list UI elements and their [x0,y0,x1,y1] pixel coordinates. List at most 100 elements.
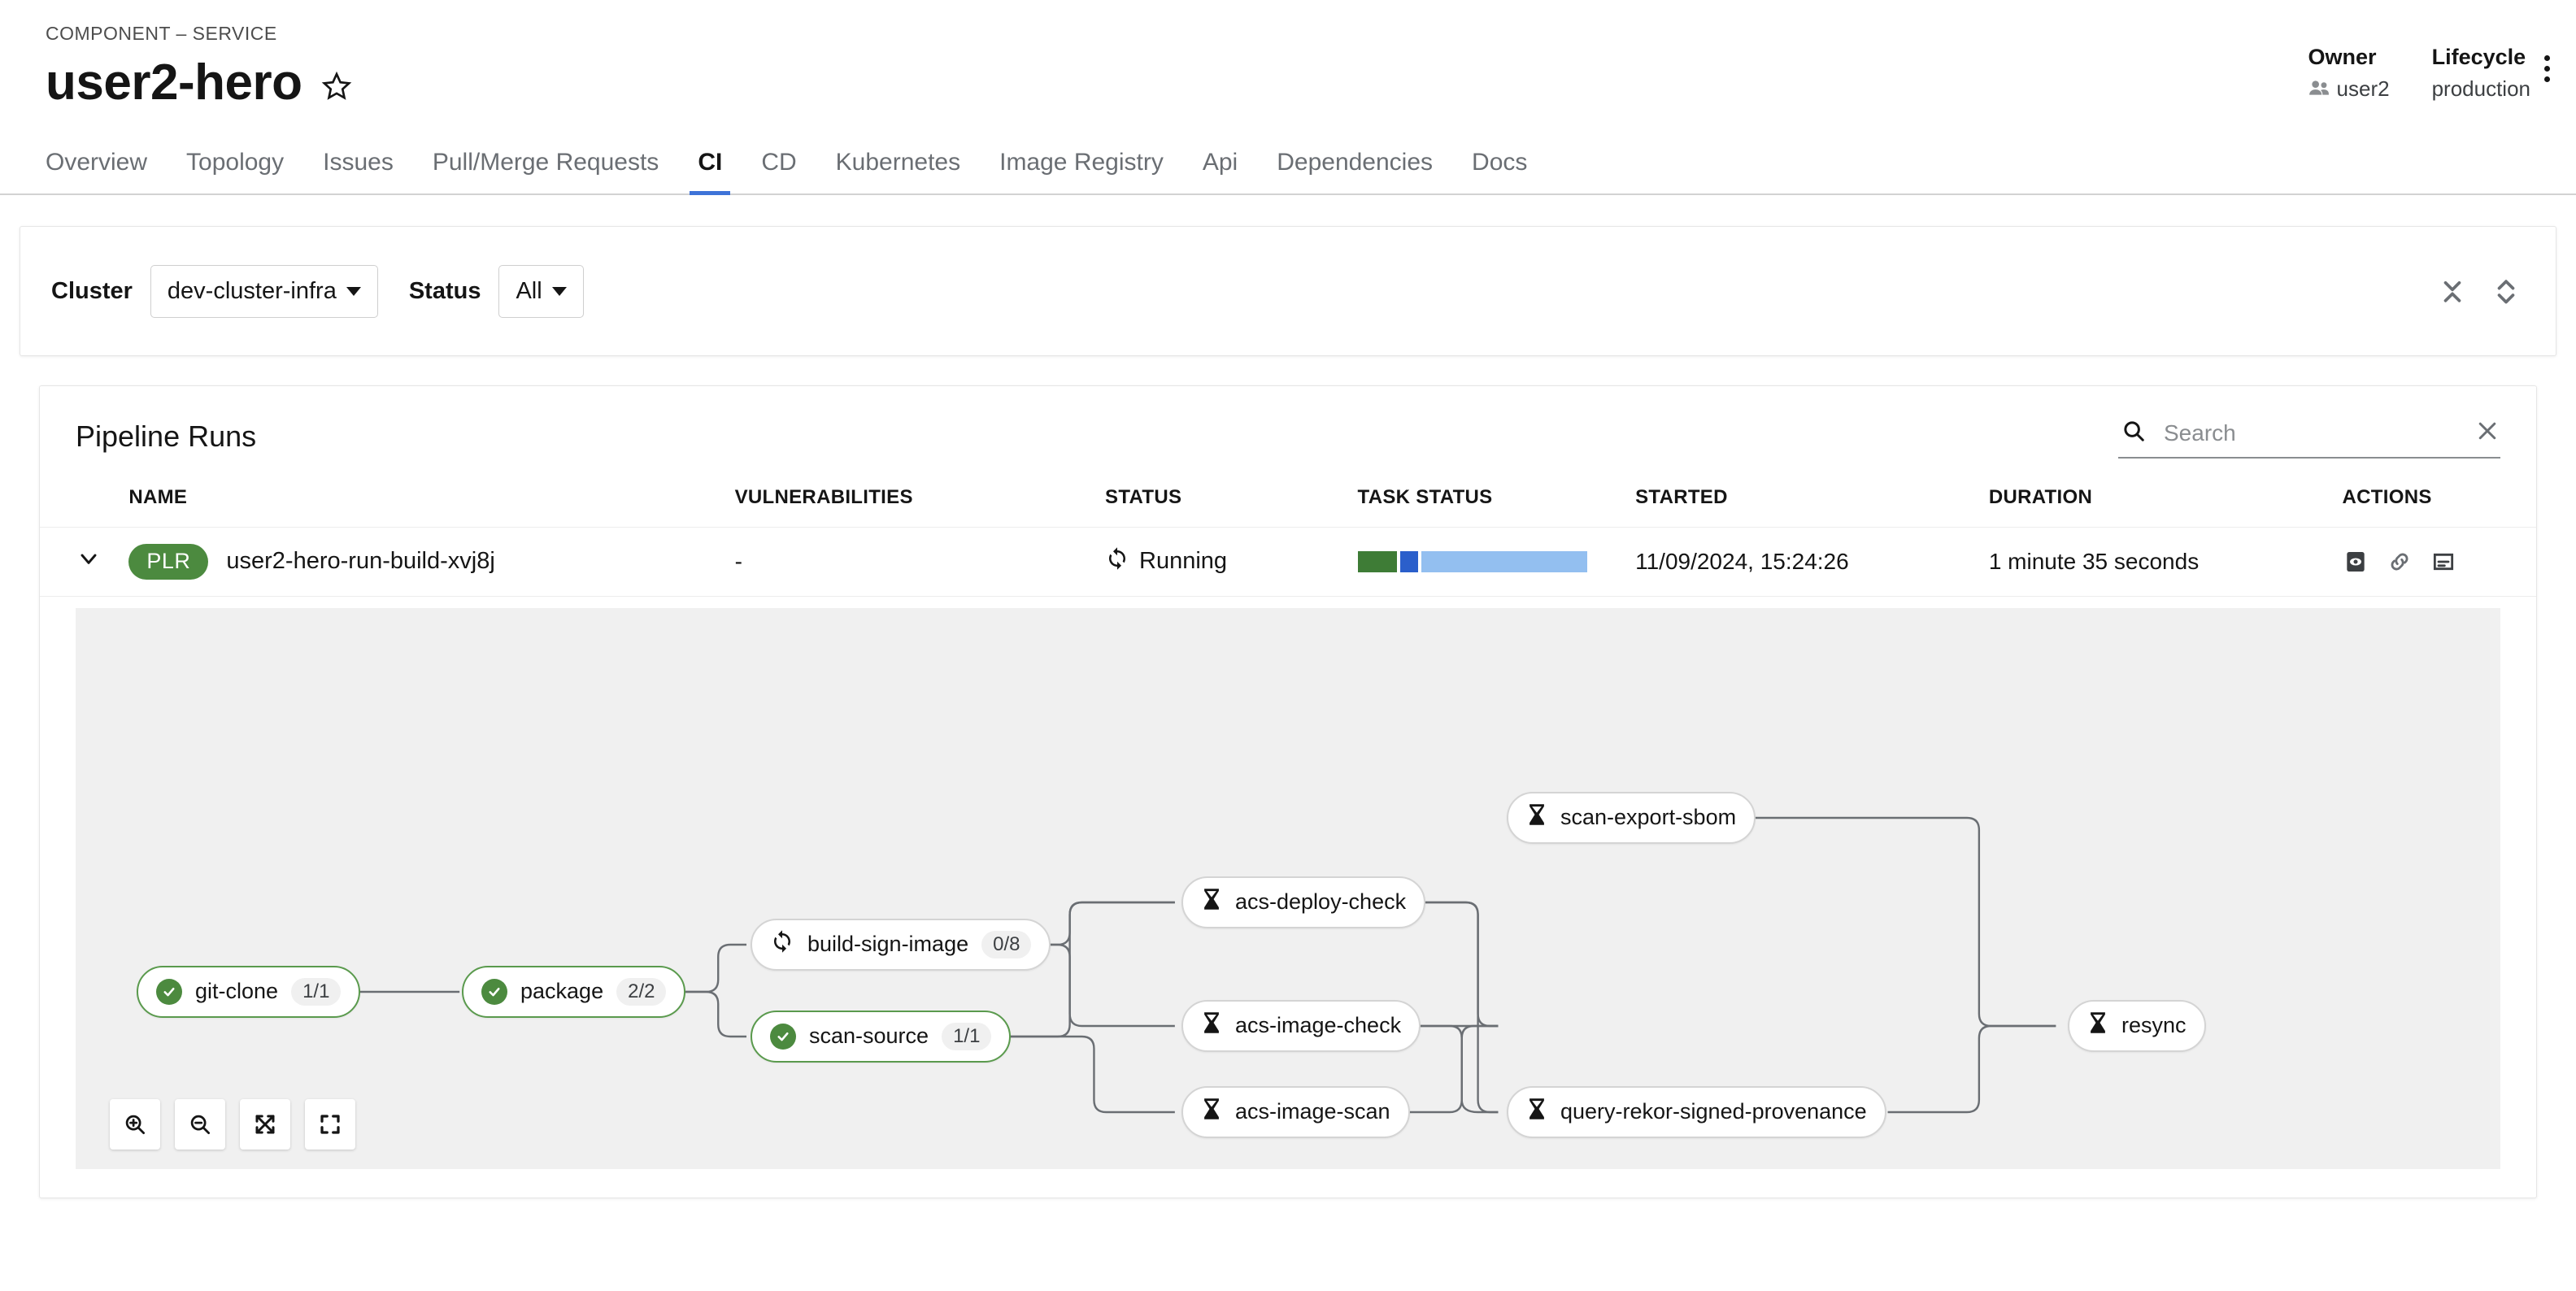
lifecycle-value: production [2431,76,2530,101]
breadcrumb-kicker: COMPONENT – SERVICE [46,23,277,44]
column-task-status: TASK STATUS [1349,467,1628,528]
graph-node-count: 1/1 [291,977,342,1006]
pipeline-graph[interactable]: git-clone 1/1 package 2/2 build-sign-ima… [76,607,2500,1169]
star-outline-icon[interactable] [320,69,354,103]
pipeline-runs-card: Pipeline Runs NAME VULNERABILITIES STATU… [39,385,2537,1199]
graph-node-label: acs-image-scan [1235,1099,1390,1124]
task-status-cell [1349,527,1628,597]
status-select[interactable]: All [498,264,584,318]
graph-node-build-sign-image[interactable]: build-sign-image 0/8 [751,918,1051,971]
visibility-icon[interactable] [2343,549,2369,575]
actions-cell [2334,527,2536,597]
check-circle-icon [770,1023,796,1050]
tab-pull-merge-requests[interactable]: Pull/Merge Requests [413,137,678,193]
header-meta: Owner user2 Lifecycle production [2308,44,2550,103]
graph-node-label: package [520,979,604,1004]
tab-ci[interactable]: CI [678,137,742,196]
pipeline-runs-header: Pipeline Runs [40,386,2536,467]
table-row[interactable]: PLR user2-hero-run-build-xvj8j - Running… [40,527,2536,597]
reset-view-icon[interactable] [305,1098,355,1150]
graph-node-resync[interactable]: resync [2068,999,2206,1052]
graph-node-label: build-sign-image [807,932,969,957]
lifecycle-block: Lifecycle production [2432,44,2530,103]
owner-block: Owner user2 [2308,44,2390,103]
link-icon[interactable] [2387,549,2413,575]
duration-cell: 1 minute 35 seconds [1980,527,2334,597]
column-duration: DURATION [1980,467,2334,528]
cluster-select-value: dev-cluster-infra [167,277,337,304]
graph-node-label: scan-source [809,1024,929,1049]
cluster-filter-group: Cluster dev-cluster-infra [51,264,378,318]
check-circle-icon [156,978,182,1005]
status-text: Running [1139,548,1228,575]
page-header: COMPONENT – SERVICE user2-hero Owner use… [0,0,2576,109]
pipeline-runs-title: Pipeline Runs [76,419,257,453]
check-circle-icon [481,978,507,1005]
cluster-label: Cluster [51,277,133,304]
table-header: NAME VULNERABILITIES STATUS TASK STATUS … [40,467,2536,528]
graph-node-label: acs-deploy-check [1235,889,1407,915]
tab-api[interactable]: Api [1183,137,1257,193]
status-filter-group: Status All [408,264,584,318]
kebab-menu-icon[interactable] [2530,49,2563,88]
pipeline-runs-table: NAME VULNERABILITIES STATUS TASK STATUS … [40,467,2536,597]
tab-cd[interactable]: CD [742,137,816,193]
lifecycle-label: Lifecycle [2431,45,2526,69]
zoom-in-icon[interactable] [110,1098,160,1150]
tab-dependencies[interactable]: Dependencies [1257,137,1452,193]
graph-node-acs-deploy-check[interactable]: acs-deploy-check [1181,876,1426,928]
users-icon [2308,75,2330,103]
task-status-bar [1357,550,1587,572]
graph-node-scan-export-sbom[interactable]: scan-export-sbom [1507,791,1756,844]
column-status: STATUS [1097,467,1350,528]
zoom-out-icon[interactable] [175,1098,225,1150]
status-label: Status [408,277,481,304]
collapse-all-icon[interactable] [2439,273,2466,309]
graph-node-git-clone[interactable]: git-clone 1/1 [137,965,361,1018]
owner-value-row: user2 [2308,75,2390,103]
hourglass-icon [1526,1098,1547,1126]
graph-node-query-rekor-signed-provenance[interactable]: query-rekor-signed-provenance [1507,1085,1886,1138]
column-toggle [40,467,121,528]
graph-node-count: 1/1 [942,1022,992,1050]
status-badge: PLR [128,544,209,580]
started-cell: 11/09/2024, 15:24:26 [1627,527,1981,597]
search-icon [2121,419,2146,447]
search-input[interactable] [2162,419,2459,447]
cluster-select[interactable]: dev-cluster-infra [150,264,378,318]
graph-node-scan-source[interactable]: scan-source 1/1 [751,1010,1012,1063]
tab-topology[interactable]: Topology [167,137,303,193]
close-icon[interactable] [2475,419,2500,447]
graph-node-package[interactable]: package 2/2 [462,965,686,1018]
tab-kubernetes[interactable]: Kubernetes [816,137,980,193]
graph-node-count: 0/8 [981,930,1032,958]
graph-node-label: git-clone [195,979,279,1004]
row-expand-toggle-cell [40,527,121,597]
tab-issues[interactable]: Issues [303,137,413,193]
hourglass-icon [1201,1098,1222,1126]
owner-label: Owner [2308,45,2377,69]
logs-icon[interactable] [2430,549,2456,575]
sync-running-icon [1105,546,1129,577]
task-segment-succeeded [1357,550,1397,572]
tab-image-registry[interactable]: Image Registry [980,137,1183,193]
tab-overview[interactable]: Overview [46,137,167,193]
filter-actions [2439,273,2520,309]
column-started: STARTED [1627,467,1981,528]
chevron-down-icon[interactable] [76,546,102,572]
filter-toolbar: Cluster dev-cluster-infra Status All [20,226,2556,357]
run-name-link[interactable]: user2-hero-run-build-xvj8j [226,548,494,575]
fit-to-screen-icon[interactable] [240,1098,290,1150]
task-segment-running [1399,550,1418,572]
hourglass-icon [1201,888,1222,916]
chevron-down-icon [551,286,567,296]
graph-node-acs-image-check[interactable]: acs-image-check [1181,999,1421,1052]
run-name-cell: PLR user2-hero-run-build-xvj8j [120,527,727,597]
status-cell: Running [1097,527,1350,597]
tab-docs[interactable]: Docs [1452,137,1547,193]
graph-node-acs-image-scan[interactable]: acs-image-scan [1181,1085,1410,1138]
graph-node-label: resync [2121,1013,2187,1038]
table-body: PLR user2-hero-run-build-xvj8j - Running… [40,527,2536,597]
graph-controls [110,1098,355,1150]
expand-all-icon[interactable] [2492,273,2520,309]
